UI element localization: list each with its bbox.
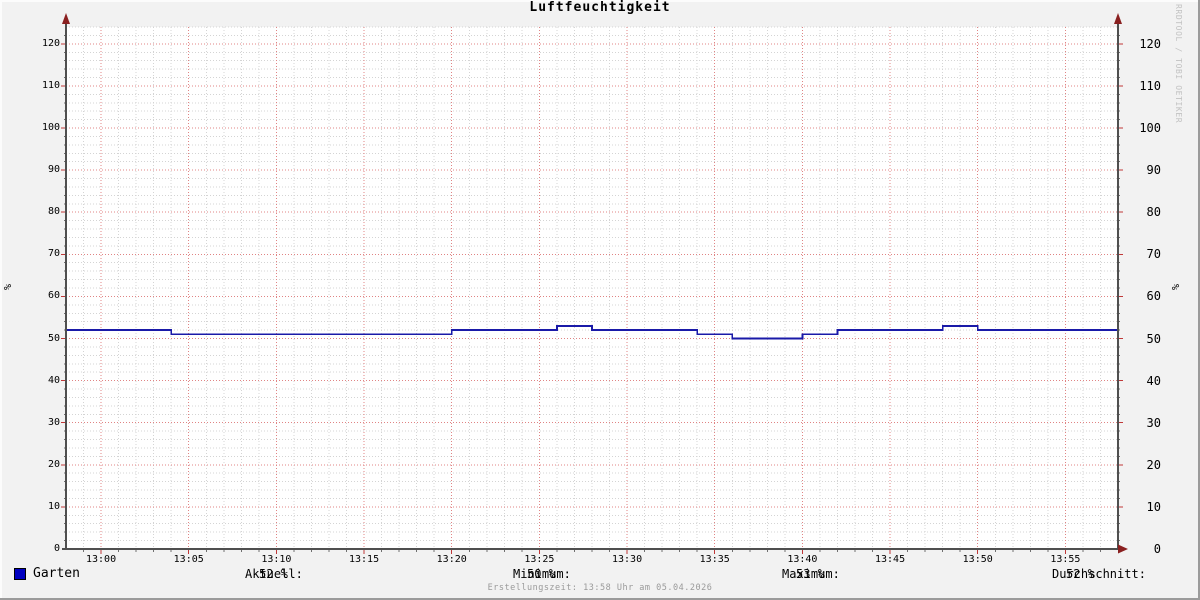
- stat-value: 50 %: [527, 567, 556, 581]
- x-tick-label: 13:45: [868, 554, 912, 566]
- y-axis-unit-right: %: [1171, 267, 1183, 307]
- x-tick-label: 13:50: [956, 554, 1000, 566]
- rrdtool-graph: Luftfeuchtigkeit % % 0102030405060708090…: [0, 0, 1200, 600]
- y-tick-label-right: 90: [1121, 163, 1161, 177]
- x-tick-label: 13:05: [167, 554, 211, 566]
- y-tick-label-left: 100: [10, 122, 60, 134]
- rrdtool-watermark: RRDTOOL / TOBI OETIKER: [1174, 4, 1183, 123]
- y-tick-label-right: 30: [1121, 416, 1161, 430]
- y-tick-label-left: 20: [10, 459, 60, 471]
- y-tick-label-left: 110: [10, 80, 60, 92]
- x-tick-label: 13:40: [780, 554, 824, 566]
- x-tick-label: 13:55: [1043, 554, 1087, 566]
- stat-value: 52 %: [259, 567, 288, 581]
- y-tick-label-left: 50: [10, 333, 60, 345]
- y-tick-label-right: 100: [1121, 121, 1161, 135]
- creation-timestamp: Erstellungszeit: 13:58 Uhr am 05.04.2026: [0, 583, 1200, 593]
- y-tick-label-right: 60: [1121, 289, 1161, 303]
- y-tick-label-left: 60: [10, 290, 60, 302]
- stat-value: 52 %: [1066, 567, 1095, 581]
- x-tick-label: 13:00: [79, 554, 123, 566]
- x-tick-label: 13:10: [254, 554, 298, 566]
- x-tick-label: 13:25: [517, 554, 561, 566]
- y-tick-label-left: 10: [10, 501, 60, 513]
- x-tick-label: 13:20: [430, 554, 474, 566]
- y-tick-label-left: 0: [10, 543, 60, 555]
- y-tick-label-right: 40: [1121, 374, 1161, 388]
- y-tick-label-left: 90: [10, 164, 60, 176]
- y-tick-label-left: 70: [10, 248, 60, 260]
- y-tick-label-right: 70: [1121, 247, 1161, 261]
- x-tick-label: 13:30: [605, 554, 649, 566]
- y-tick-label-left: 30: [10, 417, 60, 429]
- y-tick-label-right: 120: [1121, 37, 1161, 51]
- y-tick-label-left: 120: [10, 38, 60, 50]
- y-tick-label-left: 40: [10, 375, 60, 387]
- legend-series-label: Garten: [33, 566, 80, 581]
- y-tick-label-right: 20: [1121, 458, 1161, 472]
- legend-swatch: [14, 568, 26, 580]
- y-tick-label-right: 80: [1121, 205, 1161, 219]
- chart-canvas: [0, 0, 1200, 600]
- stat-value: 53 %: [796, 567, 825, 581]
- x-tick-label: 13:35: [693, 554, 737, 566]
- x-tick-label: 13:15: [342, 554, 386, 566]
- y-tick-label-right: 110: [1121, 79, 1161, 93]
- y-tick-label-right: 10: [1121, 500, 1161, 514]
- y-tick-label-right: 50: [1121, 332, 1161, 346]
- y-tick-label-right: 0: [1121, 542, 1161, 556]
- y-tick-label-left: 80: [10, 206, 60, 218]
